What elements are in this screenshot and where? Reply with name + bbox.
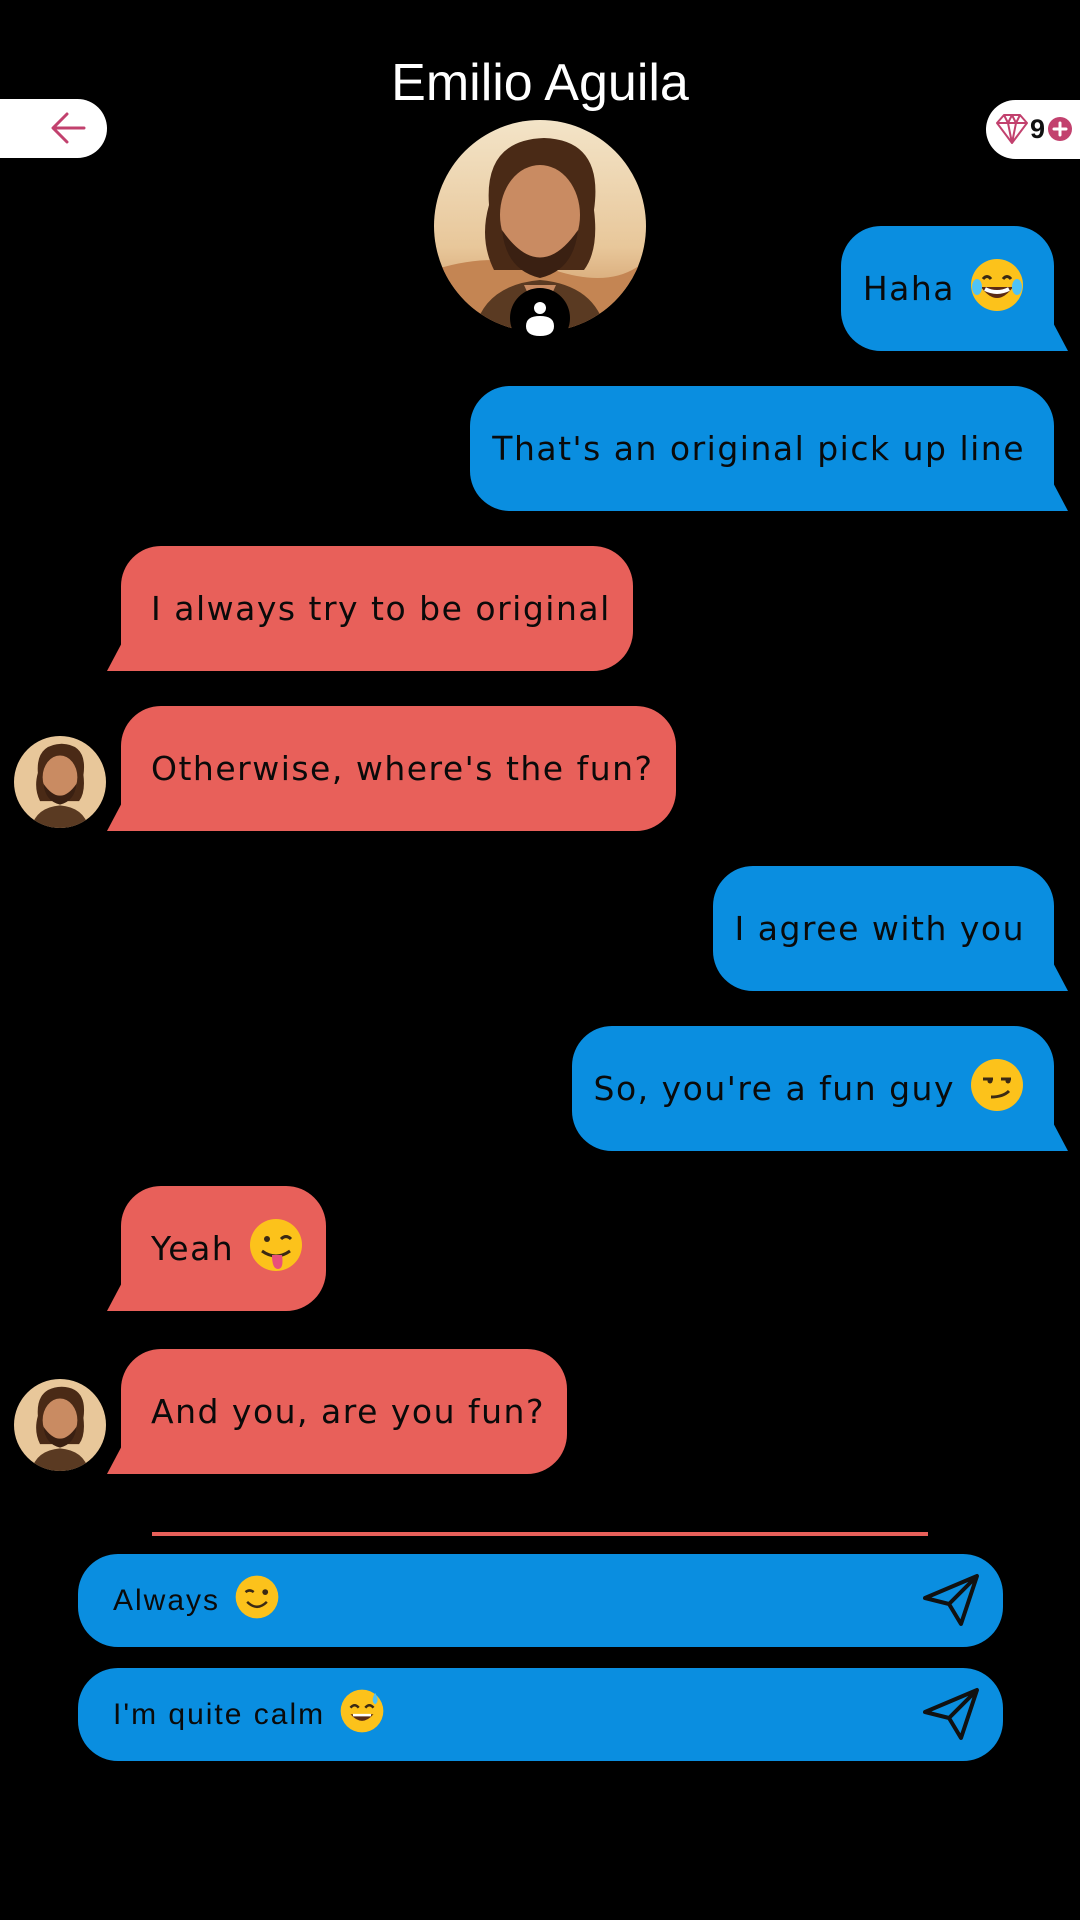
message-received: Yeah xyxy=(121,1186,327,1311)
contact-avatar-small[interactable] xyxy=(14,736,106,828)
message-text: Yeah xyxy=(151,1229,235,1268)
message-received: Otherwise, where's the fun? xyxy=(121,706,676,831)
gem-count: 9 xyxy=(1030,114,1046,144)
reply-text: I'm quite calm xyxy=(113,1697,326,1731)
back-button[interactable] xyxy=(0,99,107,158)
message-text: I always try to be original xyxy=(151,589,611,628)
reply-text: Always xyxy=(113,1583,221,1617)
wink-emoji-icon xyxy=(234,1574,280,1628)
smirk-emoji-icon xyxy=(969,1057,1025,1121)
user-profile-icon xyxy=(526,302,554,336)
contact-name: Emilio Aguila xyxy=(391,54,689,112)
message-text: Otherwise, where's the fun? xyxy=(151,749,654,788)
reply-option[interactable]: Always xyxy=(78,1554,1003,1647)
message-text: So, you're a fun guy xyxy=(593,1069,955,1108)
add-gems-icon[interactable] xyxy=(1048,117,1072,141)
arrow-left-icon xyxy=(51,112,86,144)
sweat-smile-emoji-icon xyxy=(339,1688,385,1742)
message-sent: So, you're a fun guy xyxy=(571,1026,1054,1151)
winking-tongue-emoji-icon xyxy=(248,1217,304,1281)
message-sent: I agree with you xyxy=(712,866,1054,991)
message-received: And you, are you fun? xyxy=(121,1349,567,1474)
contact-avatar-small[interactable] xyxy=(14,1379,106,1471)
message-sent: Haha xyxy=(840,226,1054,351)
reply-option[interactable]: I'm quite calm xyxy=(78,1668,1003,1761)
message-text: And you, are you fun? xyxy=(151,1392,545,1431)
message-text: That's an original pick up line xyxy=(492,429,1025,468)
profile-badge[interactable] xyxy=(510,288,570,348)
divider xyxy=(152,1532,928,1536)
message-received: I always try to be original xyxy=(121,546,633,671)
message-text: I agree with you xyxy=(734,909,1025,948)
message-sent: That's an original pick up line xyxy=(470,386,1054,511)
send-icon[interactable] xyxy=(921,1686,981,1742)
diamond-icon xyxy=(996,114,1028,144)
laughing-emoji-icon xyxy=(969,257,1025,321)
send-icon[interactable] xyxy=(921,1572,981,1628)
gems-counter[interactable]: 9 xyxy=(986,100,1080,159)
message-text: Haha xyxy=(862,269,955,308)
